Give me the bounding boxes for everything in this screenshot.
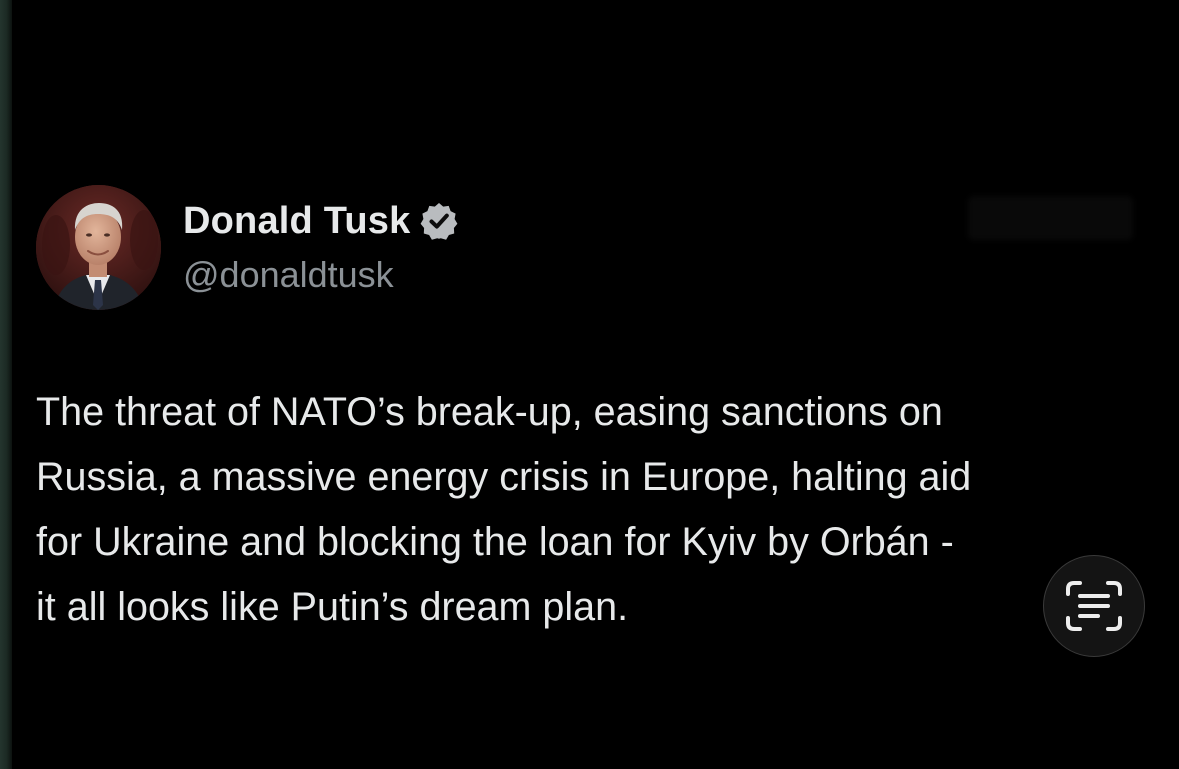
faded-background-text (968, 196, 1133, 240)
avatar[interactable] (36, 185, 161, 310)
left-edge-strip (0, 0, 12, 769)
live-text-icon (1066, 581, 1122, 631)
screenshot-view: Donald Tusk @donaldtusk The threat of NA… (0, 0, 1179, 769)
tweet-text: The threat of NATO’s break-up, easing sa… (36, 380, 1161, 640)
author-handle[interactable]: @donaldtusk (183, 254, 394, 296)
tweet-line: for Ukraine and blocking the loan for Ky… (36, 520, 954, 564)
tweet-line: it all looks like Putin’s dream plan. (36, 585, 629, 629)
verified-badge-icon (421, 203, 458, 240)
tweet-line: Russia, a massive energy crisis in Europ… (36, 455, 972, 499)
live-text-button[interactable] (1043, 555, 1145, 657)
profile-photo-icon (36, 185, 161, 310)
tweet-line: The threat of NATO’s break-up, easing sa… (36, 390, 943, 434)
author-display-name[interactable]: Donald Tusk (183, 200, 410, 243)
author-name-row: Donald Tusk (183, 198, 459, 244)
